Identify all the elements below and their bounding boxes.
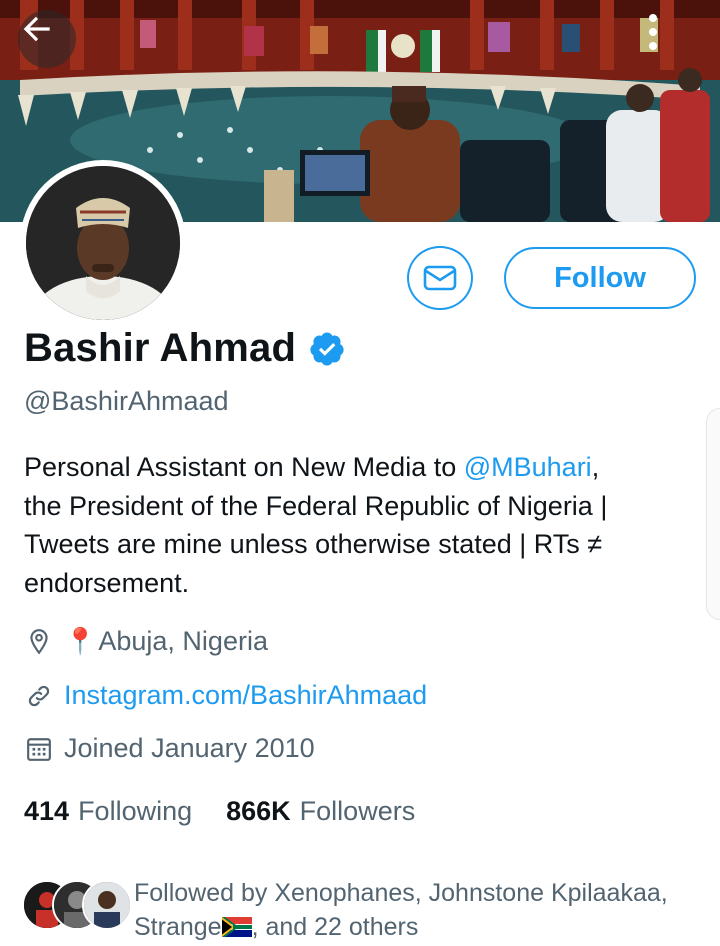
follower-avatars bbox=[22, 880, 132, 934]
following-label: Following bbox=[78, 796, 193, 826]
bio-text: endorsement. bbox=[24, 567, 190, 598]
followers-count: 866K bbox=[226, 796, 291, 826]
bio-text: Tweets are mine unless otherwise stated … bbox=[24, 529, 603, 559]
bio-text: the President of the Federal Republic of… bbox=[24, 490, 608, 521]
follow-button[interactable]: Follow bbox=[504, 247, 696, 309]
bio-mention-link[interactable]: @MBuhari bbox=[464, 452, 592, 482]
followed-by-line: Followed by Xenophanes, Johnstone Kpilaa… bbox=[134, 879, 668, 907]
south-africa-flag-icon bbox=[221, 917, 252, 937]
followers-stat[interactable]: 866K Followers bbox=[226, 796, 415, 827]
following-stat[interactable]: 414 Following bbox=[24, 796, 192, 827]
bio-text: Personal Assistant on New Media to bbox=[24, 452, 464, 482]
profile-website[interactable]: Instagram.com/BashirAhmaad bbox=[24, 680, 427, 711]
profile-name-row: Bashir Ahmad bbox=[24, 326, 346, 371]
more-vertical-icon bbox=[649, 14, 657, 50]
bio-text: , bbox=[591, 452, 600, 482]
avatar bbox=[82, 880, 132, 930]
arrow-left-icon bbox=[23, 16, 50, 42]
followed-by-line: Strange bbox=[134, 913, 222, 941]
calendar-icon bbox=[24, 734, 54, 764]
joined-text: Joined January 2010 bbox=[64, 733, 315, 763]
followers-label: Followers bbox=[299, 796, 416, 826]
message-button[interactable] bbox=[407, 246, 473, 310]
profile-location: 📍 Abuja, Nigeria bbox=[24, 626, 268, 657]
location-pin-icon bbox=[24, 627, 54, 657]
followed-by[interactable]: Followed by Xenophanes, Johnstone Kpilaa… bbox=[22, 876, 694, 944]
profile-bio: Personal Assistant on New Media to @MBuh… bbox=[24, 448, 684, 602]
back-button[interactable] bbox=[18, 10, 76, 68]
avatar[interactable] bbox=[20, 160, 186, 326]
followed-by-text: Followed by Xenophanes, Johnstone Kpilaa… bbox=[134, 876, 694, 944]
envelope-icon bbox=[423, 265, 457, 291]
website-link[interactable]: Instagram.com/BashirAhmaad bbox=[64, 680, 427, 711]
side-panel-handle[interactable] bbox=[706, 408, 720, 620]
location-emoji: 📍 bbox=[64, 626, 97, 656]
profile-joined: Joined January 2010 bbox=[24, 733, 315, 764]
verified-badge-icon bbox=[310, 332, 344, 365]
more-options-button[interactable] bbox=[646, 12, 690, 64]
following-count: 414 bbox=[24, 796, 70, 826]
location-text: Abuja, Nigeria bbox=[98, 626, 268, 656]
followed-by-line: , and 22 others bbox=[251, 913, 419, 941]
profile-handle: @BashirAhmaad bbox=[24, 386, 229, 416]
profile-stats: 414 Following 866K Followers bbox=[24, 796, 449, 827]
profile-name: Bashir Ahmad bbox=[24, 326, 297, 370]
avatar-image bbox=[26, 166, 180, 320]
link-icon bbox=[24, 681, 54, 711]
